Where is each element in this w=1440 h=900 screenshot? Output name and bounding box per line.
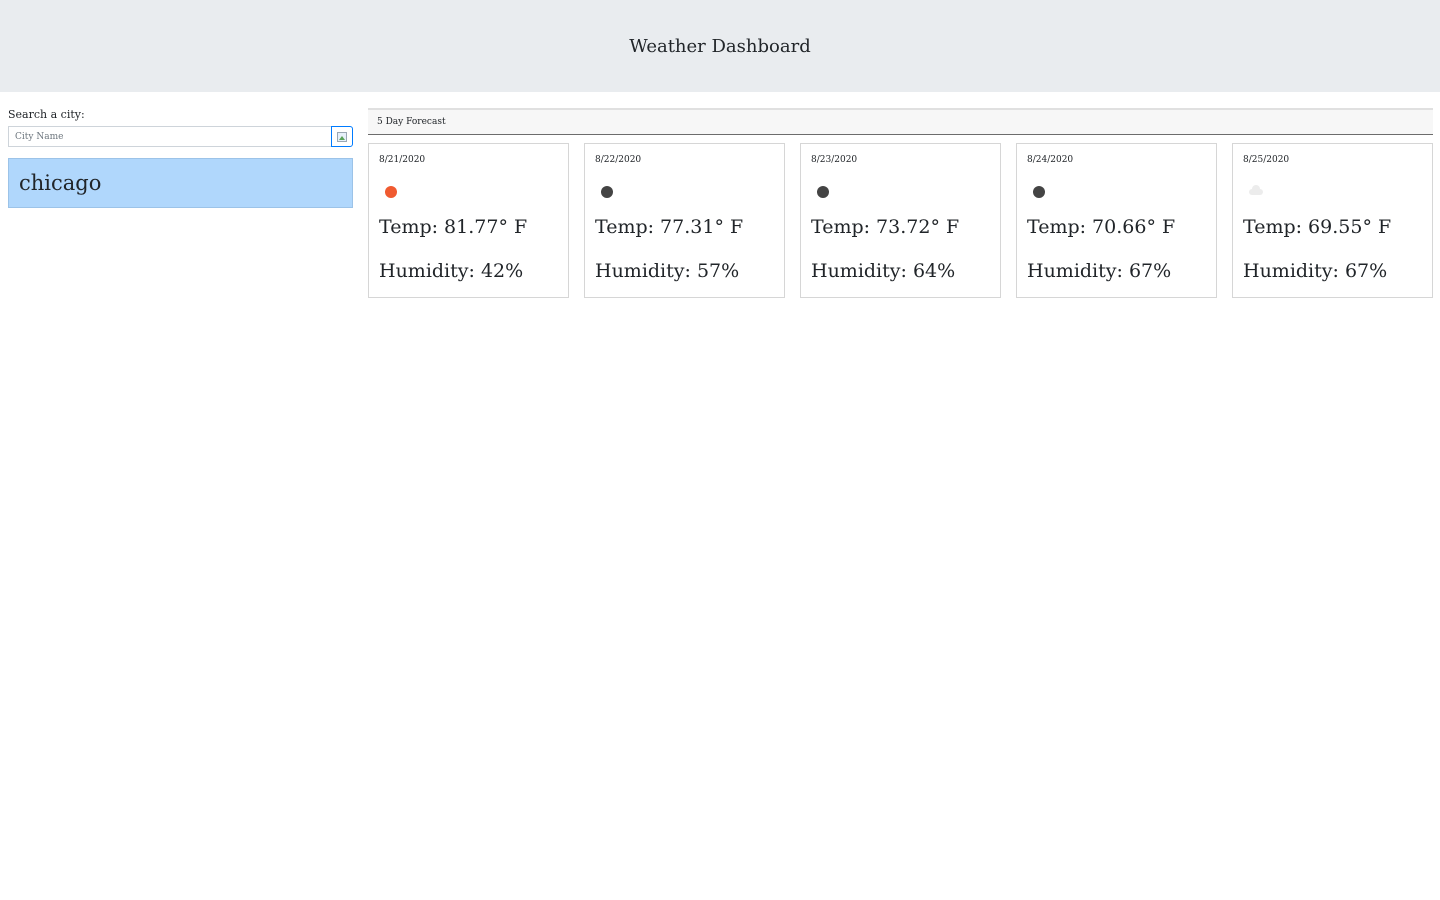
forecast-heading-label: 5 Day Forecast [377, 117, 446, 127]
search-history-list: chicago [8, 158, 353, 208]
forecast-temp: Temp: 73.72° F [811, 216, 960, 238]
forecast-card: 8/21/2020 Temp: 81.77° F Humidity: 42% [368, 143, 569, 298]
forecast-temp: Temp: 69.55° F [1243, 216, 1392, 238]
history-item-chicago[interactable]: chicago [8, 158, 353, 208]
forecast-humidity: Humidity: 42% [379, 260, 524, 282]
forecast-humidity: Humidity: 67% [1243, 260, 1388, 282]
page-title: Weather Dashboard [629, 35, 811, 57]
forecast-humidity: Humidity: 57% [595, 260, 740, 282]
forecast-date: 8/24/2020 [1027, 155, 1074, 165]
forecast-card: 8/25/2020 Temp: 69.55° F Humidity: 67% [1232, 143, 1433, 298]
moon-icon [1027, 181, 1053, 205]
forecast-date: 8/21/2020 [379, 155, 426, 165]
search-button[interactable] [331, 126, 353, 147]
cloud-icon [1243, 181, 1269, 205]
search-row [8, 126, 353, 147]
history-item-label: chicago [19, 171, 102, 195]
forecast-humidity: Humidity: 64% [811, 260, 956, 282]
city-search-input[interactable] [8, 126, 331, 147]
search-icon [337, 131, 347, 142]
forecast-temp: Temp: 70.66° F [1027, 216, 1176, 238]
forecast-date: 8/23/2020 [811, 155, 858, 165]
search-label: Search a city: [8, 108, 85, 121]
forecast-card: 8/23/2020 Temp: 73.72° F Humidity: 64% [800, 143, 1001, 298]
forecast-section: 5 Day Forecast 8/21/2020 Temp: 81.77° F … [368, 108, 1433, 298]
forecast-humidity: Humidity: 67% [1027, 260, 1172, 282]
forecast-cards: 8/21/2020 Temp: 81.77° F Humidity: 42% 8… [368, 143, 1433, 298]
sun-icon [379, 181, 405, 205]
header-banner: Weather Dashboard [0, 0, 1440, 92]
forecast-heading: 5 Day Forecast [368, 108, 1433, 135]
forecast-temp: Temp: 77.31° F [595, 216, 744, 238]
forecast-temp: Temp: 81.77° F [379, 216, 528, 238]
sidebar: Search a city: chicago [8, 108, 353, 208]
forecast-card: 8/24/2020 Temp: 70.66° F Humidity: 67% [1016, 143, 1217, 298]
forecast-date: 8/22/2020 [595, 155, 642, 165]
forecast-card: 8/22/2020 Temp: 77.31° F Humidity: 57% [584, 143, 785, 298]
moon-icon [595, 181, 621, 205]
forecast-date: 8/25/2020 [1243, 155, 1290, 165]
moon-icon [811, 181, 837, 205]
